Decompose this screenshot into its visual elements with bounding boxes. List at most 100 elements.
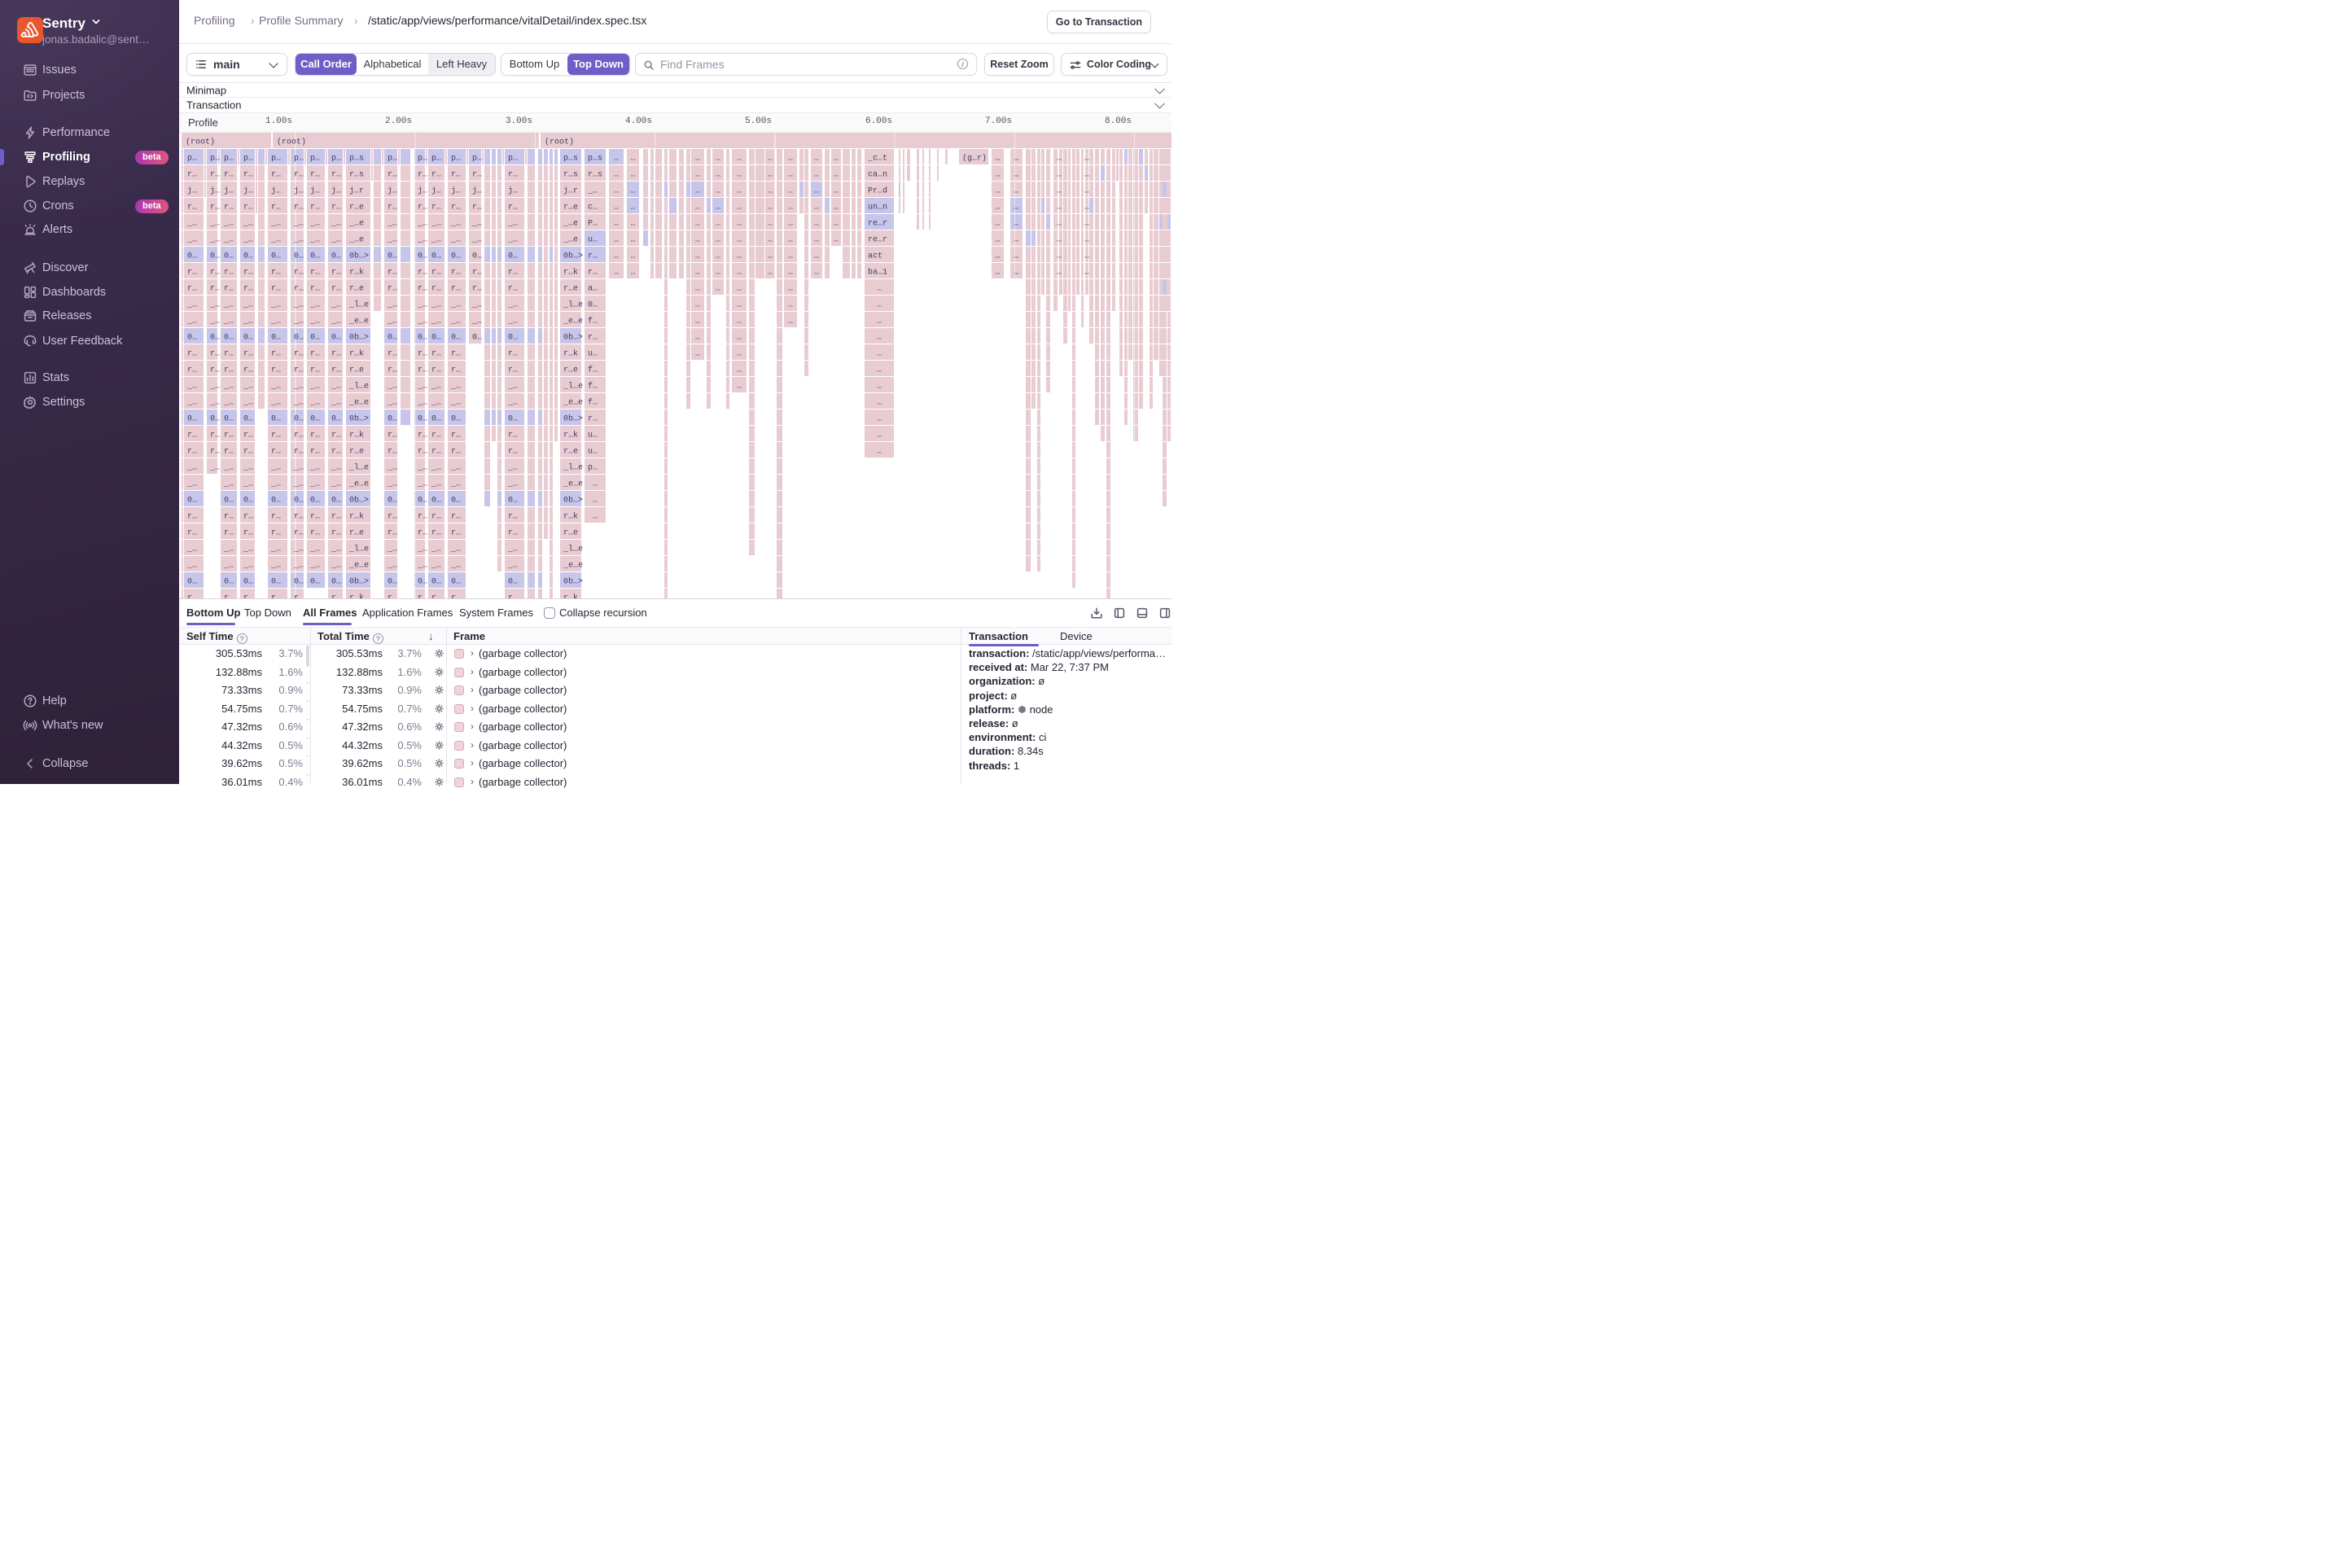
svg-text:_…: _… (309, 220, 320, 229)
svg-text:r…: r… (243, 171, 253, 180)
svg-text:P…: P… (588, 220, 598, 229)
svg-text:_…: _… (417, 464, 427, 473)
svg-text:0…: 0… (418, 415, 427, 424)
svg-text:…: … (1084, 236, 1089, 245)
svg-text:0…: 0… (508, 334, 518, 343)
svg-text:…: … (737, 269, 742, 278)
svg-text:r…: r… (431, 269, 441, 278)
svg-text:_…: _… (387, 383, 397, 392)
svg-text:r…: r… (224, 269, 234, 278)
svg-text:0…: 0… (224, 578, 234, 587)
svg-text:r…: r… (294, 529, 304, 538)
svg-text:r…: r… (472, 204, 482, 212)
svg-text:_…: _… (186, 236, 197, 245)
svg-text:…: … (814, 236, 819, 245)
svg-text:r…k: r…k (563, 349, 578, 359)
svg-text:…: … (788, 252, 793, 261)
svg-text:…: … (1084, 252, 1089, 261)
svg-text:0…: 0… (310, 497, 320, 506)
svg-text:…: … (995, 204, 1000, 212)
svg-text:p…: p… (588, 464, 598, 473)
svg-text:…: … (1014, 269, 1018, 278)
svg-text:r…: r… (388, 171, 397, 180)
svg-text:r…: r… (331, 513, 341, 522)
svg-text:_…: _… (387, 480, 397, 489)
svg-text:_…: _… (186, 318, 197, 326)
svg-text:_…: _… (450, 562, 461, 571)
svg-text:_…: _… (293, 236, 304, 245)
svg-text:p…: p… (431, 155, 441, 164)
svg-text:r…: r… (431, 350, 441, 359)
svg-text:_…: _… (223, 236, 234, 245)
svg-text:_…: _… (293, 301, 304, 310)
svg-text:r…: r… (508, 529, 518, 538)
svg-text:…: … (995, 269, 1000, 278)
svg-text:…: … (788, 269, 793, 278)
svg-text:0…: 0… (224, 334, 234, 343)
svg-text:…: … (768, 220, 773, 229)
svg-text:_…: _… (587, 187, 598, 196)
svg-text:_…: _… (417, 220, 427, 229)
svg-text:r…: r… (271, 269, 281, 278)
svg-text:_…: _… (309, 464, 320, 473)
svg-text:j…: j… (472, 186, 482, 196)
svg-text:_…: _… (431, 464, 441, 473)
svg-text:…: … (737, 350, 742, 359)
svg-text:0b…>: 0b…> (349, 414, 369, 424)
svg-text:r…e: r…e (349, 204, 364, 212)
svg-text:_…: _… (270, 318, 281, 326)
svg-text:r…: r… (224, 431, 234, 440)
svg-text:r…: r… (310, 350, 320, 359)
svg-text:r…: r… (508, 594, 518, 599)
svg-text:p…: p… (472, 155, 482, 164)
svg-text:_l…e: _l…e (348, 300, 369, 310)
svg-text:r…: r… (451, 366, 461, 375)
svg-text:_…: _… (243, 236, 253, 245)
svg-text:_…: _… (209, 236, 220, 245)
svg-text:un…n: un…n (868, 204, 887, 212)
svg-text:r…: r… (294, 171, 304, 180)
svg-text:r…: r… (472, 269, 482, 278)
svg-text:r…: r… (271, 594, 281, 599)
svg-text:…: … (1014, 187, 1018, 196)
svg-text:r…: r… (310, 285, 320, 294)
svg-text:…: … (614, 204, 619, 212)
svg-text:_…: _… (471, 318, 482, 326)
svg-text:r…: r… (472, 171, 482, 180)
svg-text:…: … (877, 334, 882, 343)
svg-text:f…: f… (588, 398, 598, 408)
svg-text:_…: _… (293, 545, 304, 554)
svg-text:r…: r… (508, 285, 518, 294)
svg-text:_…: _… (243, 480, 253, 489)
svg-text:_…: _… (270, 399, 281, 408)
svg-text:0b…>: 0b…> (563, 496, 583, 506)
svg-text:…: … (695, 204, 700, 212)
svg-text:act: act (868, 252, 882, 261)
svg-text:0b…>: 0b…> (563, 333, 583, 343)
svg-text:p…: p… (388, 155, 397, 164)
svg-text:0…: 0… (451, 497, 461, 506)
svg-text:_e…e: _e…e (348, 480, 369, 489)
svg-text:r…: r… (388, 350, 397, 359)
svg-text:r…e: r…e (349, 285, 364, 294)
svg-text:_…: _… (270, 220, 281, 229)
svg-text:ca…n: ca…n (868, 171, 887, 180)
svg-text:…: … (768, 269, 773, 278)
svg-text:_…: _… (293, 318, 304, 326)
svg-text:r…: r… (451, 350, 461, 359)
svg-text:…: … (737, 236, 742, 245)
svg-text:_…: _… (331, 301, 341, 310)
svg-text:p…s: p…s (588, 155, 602, 164)
svg-text:_…: _… (387, 562, 397, 571)
svg-text:_…: _… (507, 383, 518, 392)
svg-text:r…: r… (271, 204, 281, 212)
svg-text:_l…e: _l…e (563, 545, 583, 554)
svg-text:(root): (root) (186, 138, 215, 147)
svg-text:r…: r… (243, 529, 253, 538)
svg-text:…: … (834, 236, 839, 245)
svg-text:r…: r… (294, 204, 304, 212)
svg-text:0…: 0… (508, 578, 518, 587)
svg-text:…: … (814, 252, 819, 261)
svg-text:r…: r… (508, 431, 518, 440)
svg-text:_…: _… (450, 318, 461, 326)
